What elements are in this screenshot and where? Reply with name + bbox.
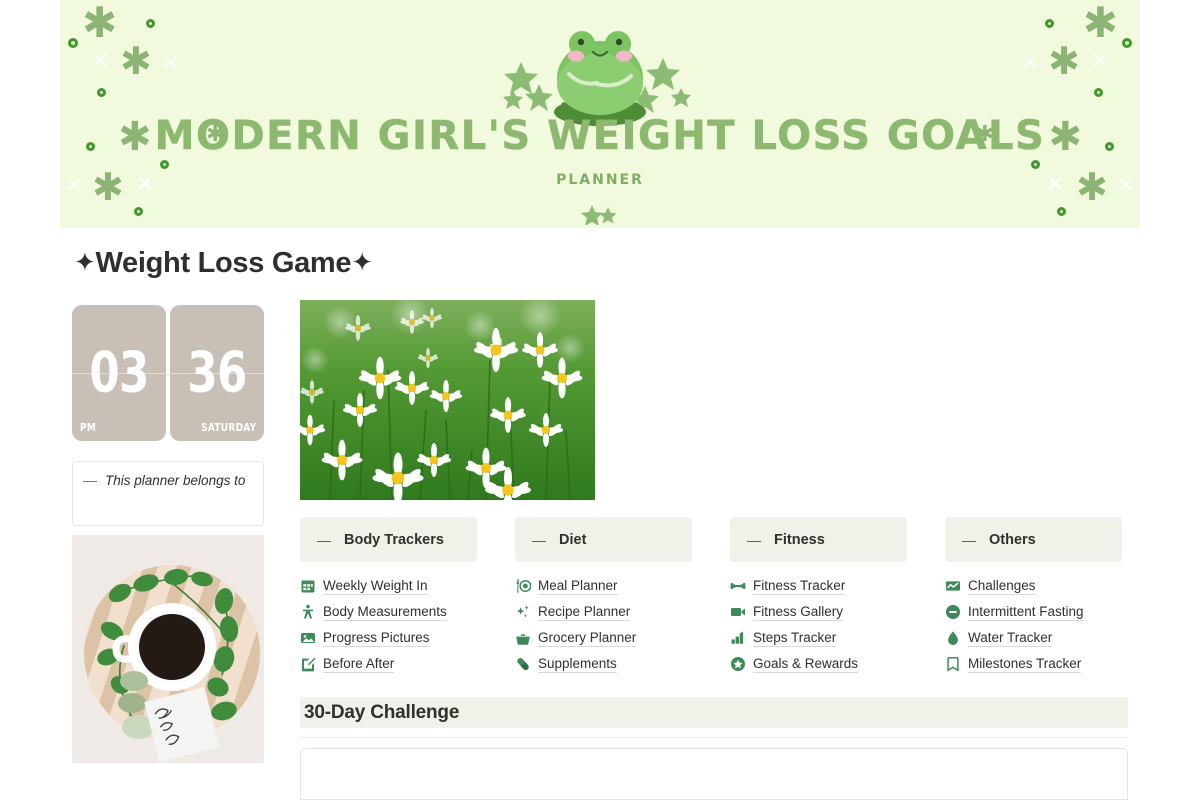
page-title-text: Weight Loss Game [95,247,352,279]
list-item-progress-pictures[interactable]: Progress Pictures [300,625,477,651]
challenge-content-box[interactable] [300,748,1128,800]
column-list: Fitness Tracker Fitness Gallery Steps Tr… [730,573,907,677]
list-item-label: Body Measurements [323,603,447,621]
list-item-grocery-planner[interactable]: Grocery Planner [515,625,692,651]
list-item-label: Recipe Planner [538,603,631,621]
page-title: ✦Weight Loss Game✦ [74,247,373,280]
list-item-label: Fitness Tracker [753,577,846,595]
list-item-goals-rewards[interactable]: Goals & Rewards [730,651,907,677]
list-item-label: Milestones Tracker [968,655,1082,673]
planner-owner-text: This planner belongs to [105,473,246,488]
list-item-label: Supplements [538,655,617,673]
list-item-weekly-weight-in[interactable]: Weekly Weight In [300,573,477,599]
list-item-meal-planner[interactable]: Meal Planner [515,573,692,599]
image-icon [300,630,316,646]
bookmark-icon [945,656,961,672]
column-title: Body Trackers [344,531,444,548]
list-item-label: Challenges [968,577,1036,595]
calendar-icon [300,578,316,594]
column-header[interactable]: — Others [945,517,1122,562]
dash-icon: — [962,531,976,548]
section-divider [300,737,1128,738]
list-item-label: Weekly Weight In [323,577,428,595]
planner-owner-callout[interactable]: — This planner belongs to [72,461,264,526]
tracker-columns: — Body Trackers Weekly Weight In Body Me… [300,517,1128,673]
video-camera-icon [730,604,746,620]
pill-icon [515,656,531,672]
column-header[interactable]: — Fitness [730,517,907,562]
section-header-30-day-challenge: 30-Day Challenge [300,697,1128,728]
dash-icon: — [747,531,761,548]
frog-mascot-icon [485,18,715,126]
column-header[interactable]: — Diet [515,517,692,562]
column-header[interactable]: — Body Trackers [300,517,477,562]
list-item-label: Goals & Rewards [753,655,859,673]
sparkle-icon [580,203,620,228]
fork-plate-icon [515,578,532,594]
column-list: Meal Planner Recipe Planner Grocery Plan… [515,573,692,677]
list-item-label: Steps Tracker [753,629,837,647]
water-drop-icon [945,630,961,646]
clock-minute-card: 36 SATURDAY [170,305,264,441]
sparkles-icon [515,604,531,620]
list-item-before-after[interactable]: Before After [300,651,477,677]
column-fitness: — Fitness Fitness Tracker Fitness Galler… [730,517,907,677]
clock-weekday-label: SATURDAY [200,421,256,434]
list-item-recipe-planner[interactable]: Recipe Planner [515,599,692,625]
person-icon [300,604,316,620]
edit-square-icon [300,656,316,672]
header-banner: ✱ ✕ ✱ ✕ ✱ ✕ ✱ ✕ ✱ ✱ ✕ ✱ ✕ ✱ ✕ ✱ ✕ ✱ MODE… [60,0,1140,228]
dash-icon: — [83,472,97,488]
dash-icon: — [317,531,331,548]
list-item-water-tracker[interactable]: Water Tracker [945,625,1122,651]
list-item-label: Progress Pictures [323,629,430,647]
list-item-fitness-gallery[interactable]: Fitness Gallery [730,599,907,625]
planner-page: ✱ ✕ ✱ ✕ ✱ ✕ ✱ ✕ ✱ ✱ ✕ ✱ ✕ ✱ ✕ ✱ ✕ ✱ MODE… [0,0,1200,800]
list-item-challenges[interactable]: Challenges [945,573,1122,599]
list-item-intermittent-fasting[interactable]: Intermittent Fasting [945,599,1122,625]
clock-minute-value: 36 [187,340,247,406]
column-body-trackers: — Body Trackers Weekly Weight In Body Me… [300,517,477,677]
banner-subtitle: PLANNER [556,172,644,188]
column-title: Others [989,531,1036,548]
list-item-label: Fitness Gallery [753,603,844,621]
column-title: Diet [559,531,587,548]
star-right-icon: ✦ [351,248,373,278]
clock-meridiem-label: PM [80,421,97,434]
list-item-body-measurements[interactable]: Body Measurements [300,599,477,625]
clock-hour-value: 03 [89,340,149,406]
star-circle-icon [730,656,746,672]
basket-icon [515,630,531,646]
column-others: — Others Challenges Intermittent Fasting… [945,517,1122,677]
coffee-flatlay-photo [72,535,264,763]
column-list: Weekly Weight In Body Measurements Progr… [300,573,477,677]
list-item-label: Water Tracker [968,629,1053,647]
list-item-label: Grocery Planner [538,629,637,647]
star-left-icon: ✦ [74,248,96,278]
list-item-label: Before After [323,655,395,673]
list-item-fitness-tracker[interactable]: Fitness Tracker [730,573,907,599]
list-item-label: Intermittent Fasting [968,603,1084,621]
list-item-label: Meal Planner [538,577,618,595]
column-list: Challenges Intermittent Fasting Water Tr… [945,573,1122,677]
dash-icon: — [532,531,546,548]
flip-clock-widget[interactable]: 03 PM 36 SATURDAY [72,305,264,441]
trending-chart-icon [945,578,961,594]
column-title: Fitness [774,531,825,548]
list-item-milestones-tracker[interactable]: Milestones Tracker [945,651,1122,677]
section-title: 30-Day Challenge [304,701,460,723]
daisy-field-photo [300,300,595,500]
dumbbell-icon [730,578,746,594]
clock-hour-card: 03 PM [72,305,166,441]
minus-circle-icon [945,604,961,620]
banner-title: MODERN GIRL'S WEIGHT LOSS GOALS [154,113,1046,160]
list-item-steps-tracker[interactable]: Steps Tracker [730,625,907,651]
bar-chart-icon [730,630,746,646]
list-item-supplements[interactable]: Supplements [515,651,692,677]
column-diet: — Diet Meal Planner Recipe Planner Groce… [515,517,692,677]
